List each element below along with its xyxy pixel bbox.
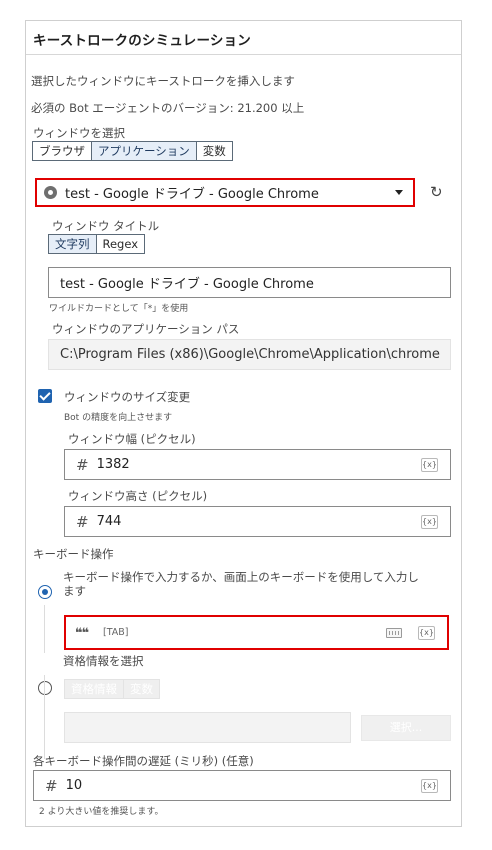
variable-icon[interactable]: {x} bbox=[418, 626, 435, 640]
variable-icon[interactable]: {x} bbox=[421, 779, 438, 793]
variable-icon[interactable]: {x} bbox=[421, 458, 438, 472]
keyboard-section-label: キーボード操作 bbox=[33, 547, 114, 561]
variable-icon[interactable]: {x} bbox=[421, 515, 438, 529]
description-text: 選択したウィンドウにキーストロークを挿入します bbox=[31, 74, 295, 88]
keyboard-option-line1: キーボード操作で入力するか、画面上のキーボードを使用して入力し bbox=[63, 570, 419, 584]
chrome-icon bbox=[44, 186, 57, 199]
tab-browser[interactable]: ブラウザ bbox=[33, 142, 92, 160]
window-height-value: 744 bbox=[96, 514, 122, 529]
window-title-input[interactable]: test - Google ドライブ - Google Chrome bbox=[48, 267, 451, 298]
delay-label: 各キーボード操作間の遅延 (ミリ秒) (任意) bbox=[33, 754, 254, 768]
keyboard-option-line2: ます bbox=[63, 584, 86, 598]
keystroke-input[interactable]: ❝❝ [TAB] {x} bbox=[64, 615, 449, 650]
window-height-input[interactable]: # 744 {x} bbox=[64, 506, 451, 537]
window-type-tabs: ブラウザ アプリケーション 変数 bbox=[32, 141, 233, 161]
window-dropdown[interactable]: test - Google ドライブ - Google Chrome bbox=[35, 178, 415, 207]
tab-application[interactable]: アプリケーション bbox=[92, 142, 197, 160]
keyboard-indent-line bbox=[44, 605, 45, 653]
tab-credential-variable[interactable]: 変数 bbox=[124, 680, 159, 698]
credential-indent-line bbox=[44, 675, 45, 759]
bot-version-text: 必須の Bot エージェントのバージョン: 21.200 以上 bbox=[31, 101, 305, 115]
wildcard-hint: ワイルドカードとして「*」を使用 bbox=[49, 304, 189, 314]
app-path-input[interactable]: C:\Program Files (x86)\Google\Chrome\App… bbox=[48, 339, 451, 370]
resize-checkbox[interactable] bbox=[38, 389, 52, 403]
window-select-label: ウィンドウを選択 bbox=[33, 126, 125, 140]
keyboard-option-label: キーボード操作で入力するか、画面上のキーボードを使用して入力し ます bbox=[63, 570, 453, 598]
tab-regex[interactable]: Regex bbox=[96, 235, 145, 253]
quote-icon: ❝❝ bbox=[75, 626, 89, 641]
window-dropdown-value: test - Google ドライブ - Google Chrome bbox=[65, 187, 319, 202]
number-icon: # bbox=[76, 512, 89, 531]
window-width-value: 1382 bbox=[96, 457, 130, 472]
tab-string[interactable]: 文字列 bbox=[49, 235, 97, 253]
resize-hint: Bot の精度を向上させます bbox=[64, 413, 173, 423]
window-width-label: ウィンドウ幅 (ピクセル) bbox=[68, 432, 196, 446]
credential-radio[interactable] bbox=[38, 681, 52, 695]
delay-value: 10 bbox=[65, 778, 83, 793]
window-title-value: test - Google ドライブ - Google Chrome bbox=[60, 277, 314, 292]
credential-input[interactable] bbox=[64, 712, 351, 743]
credential-tabs: 資格情報 変数 bbox=[64, 679, 160, 699]
window-height-label: ウィンドウ高さ (ピクセル) bbox=[68, 489, 208, 503]
tab-credential[interactable]: 資格情報 bbox=[65, 680, 124, 698]
window-title-label: ウィンドウ タイトル bbox=[52, 219, 160, 233]
panel-title: キーストロークのシミュレーション bbox=[33, 33, 251, 49]
keystroke-panel: キーストロークのシミュレーション 選択したウィンドウにキーストロークを挿入します… bbox=[25, 20, 462, 827]
chevron-down-icon bbox=[395, 190, 403, 195]
window-width-input[interactable]: # 1382 {x} bbox=[64, 449, 451, 480]
delay-input[interactable]: # 10 {x} bbox=[33, 770, 451, 801]
app-path-value: C:\Program Files (x86)\Google\Chrome\App… bbox=[60, 347, 440, 362]
keyboard-icon[interactable] bbox=[386, 628, 402, 638]
title-divider bbox=[26, 54, 461, 55]
refresh-icon[interactable]: ↻ bbox=[430, 183, 443, 201]
credential-select-button[interactable]: 選択... bbox=[361, 715, 451, 741]
tab-variable[interactable]: 変数 bbox=[196, 142, 232, 160]
app-path-label: ウィンドウのアプリケーション パス bbox=[52, 322, 240, 336]
window-title-match-tabs: 文字列 Regex bbox=[48, 234, 146, 254]
keyboard-radio[interactable] bbox=[38, 585, 52, 599]
keystroke-value: [TAB] bbox=[103, 627, 129, 638]
resize-label: ウィンドウのサイズ変更 bbox=[64, 390, 191, 404]
delay-hint: 2 より大きい値を推奨します。 bbox=[39, 807, 164, 817]
number-icon: # bbox=[76, 455, 89, 474]
number-icon: # bbox=[45, 776, 58, 795]
credential-option-label: 資格情報を選択 bbox=[63, 654, 144, 668]
